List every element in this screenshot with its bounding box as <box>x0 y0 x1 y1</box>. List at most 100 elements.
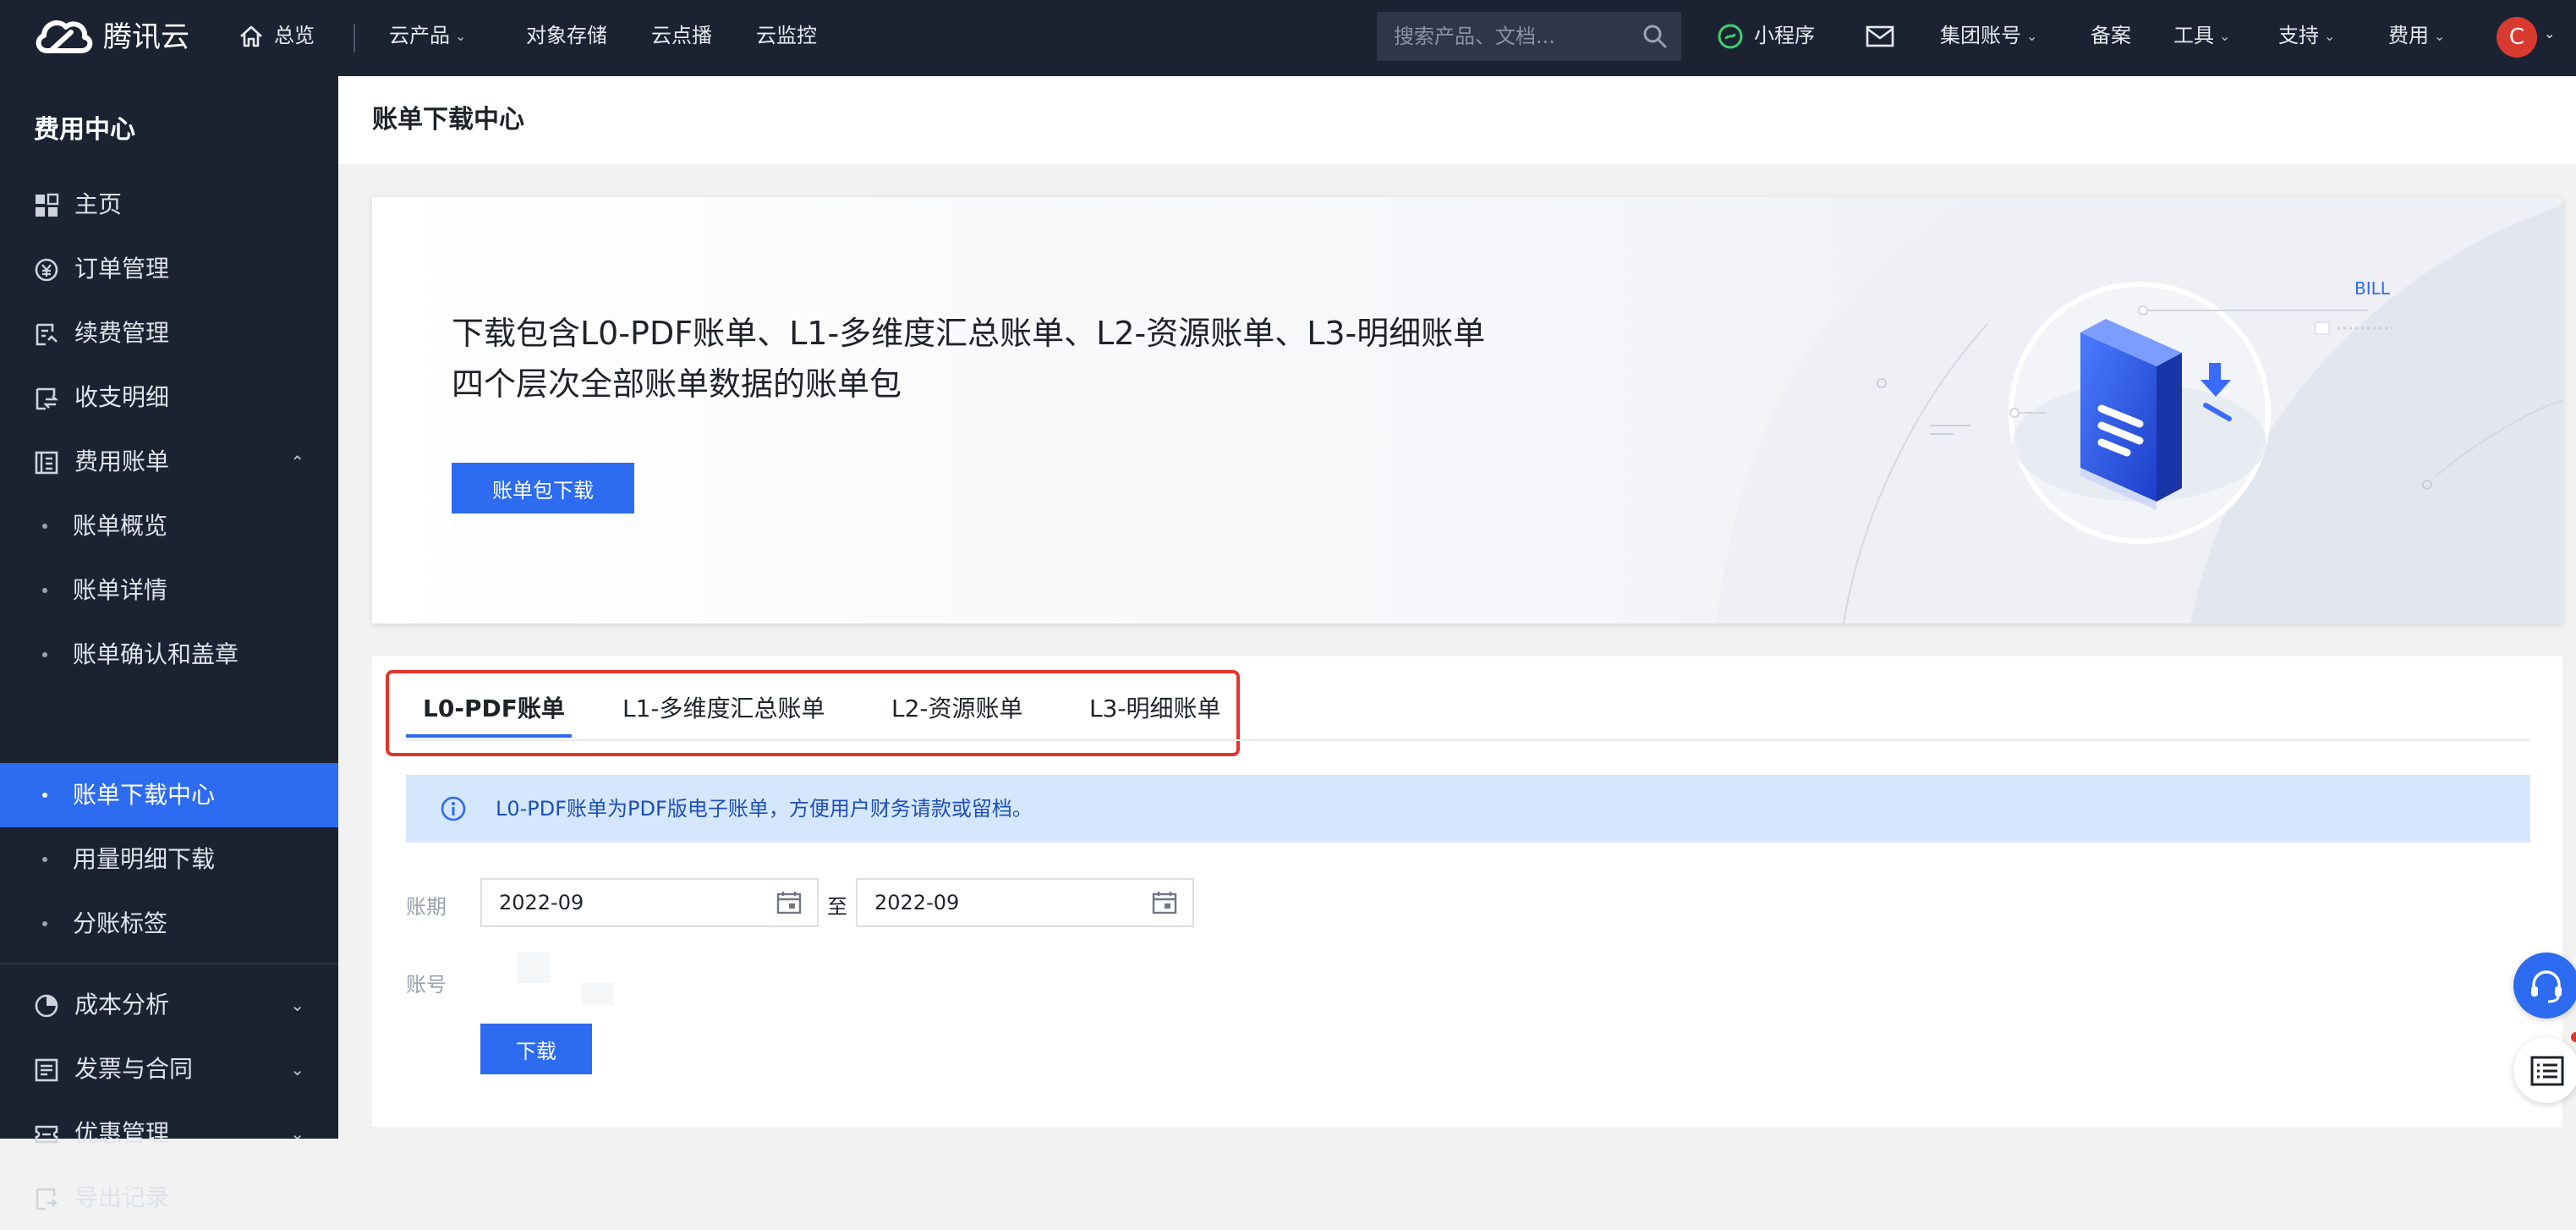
info-alert: L0-PDF账单为PDF版电子账单，方便用户财务请款或留档。 <box>406 775 2530 843</box>
bill-package-banner: 下载包含L0-PDF账单、L1-多维度汇总账单、L2-资源账单、L3-明细账单 … <box>372 197 2562 623</box>
mail-icon[interactable] <box>1866 25 1894 47</box>
sidebar-title: 费用中心 <box>34 115 135 145</box>
renewal-icon <box>36 323 58 346</box>
bullet-dot <box>42 857 47 862</box>
nav-divider <box>354 24 355 52</box>
sidebar-item-bill-details[interactable]: 账单详情 <box>0 558 338 623</box>
chevron-down-icon: ⌄ <box>290 995 304 1015</box>
nav-monitor[interactable]: 云监控 <box>756 0 817 76</box>
customer-service-button[interactable] <box>2513 953 2576 1019</box>
chevron-down-icon[interactable]: ⌄ <box>2544 25 2555 41</box>
nav-billing[interactable]: 费用 ⌄ <box>2388 0 2445 76</box>
nav-tools[interactable]: 工具 ⌄ <box>2173 0 2230 76</box>
sidebar-item-cost-tags[interactable]: 分账标签 <box>0 892 338 956</box>
account-loading-placeholder <box>582 983 614 1005</box>
sidebar-item-bill-download-center[interactable]: 账单下载中心 <box>0 763 338 827</box>
tab-l3-detail-bill[interactable]: L3-明细账单 <box>1089 682 1221 736</box>
period-end-input[interactable] <box>874 880 1128 925</box>
sidebar-item-home[interactable]: 主页 <box>0 173 338 237</box>
tabs-divider <box>406 739 2530 741</box>
bullet-dot <box>42 652 47 657</box>
notification-dot <box>2571 1032 2576 1042</box>
page-title: 账单下载中心 <box>372 105 524 135</box>
info-message: L0-PDF账单为PDF版电子账单，方便用户财务请款或留档。 <box>496 797 1033 821</box>
bullet-dot <box>42 921 47 926</box>
headset-icon <box>2531 970 2562 1003</box>
nav-group-account[interactable]: 集团账号 ⌄ <box>1940 0 2037 76</box>
calendar-icon[interactable] <box>1152 891 1177 914</box>
nav-cloud-products[interactable]: 云产品 ⌄ <box>389 0 466 76</box>
sidebar-item-export-records[interactable]: 导出记录 <box>0 1166 338 1230</box>
sidebar-item-bill-overview[interactable]: 账单概览 <box>0 494 338 558</box>
active-tab-indicator <box>406 734 572 738</box>
chevron-down-icon: ⌄ <box>2219 28 2231 44</box>
period-end-picker[interactable] <box>856 878 1194 927</box>
bullet-dot <box>42 524 47 529</box>
sidebar-item-usage-download[interactable]: 用量明细下载 <box>0 827 338 892</box>
nav-support[interactable]: 支持 ⌄ <box>2278 0 2335 76</box>
chevron-down-icon: ⌄ <box>290 1059 304 1079</box>
brand-name: 腾讯云 <box>103 20 189 54</box>
tab-l2-resource-bill[interactable]: L2-资源账单 <box>891 682 1023 736</box>
invoice-icon <box>35 1058 58 1082</box>
chevron-down-icon: ⌄ <box>2434 28 2446 44</box>
chevron-down-icon: ⌄ <box>455 28 467 44</box>
account-label: 账号 <box>406 973 447 997</box>
banner-background-art <box>372 197 2562 623</box>
chevron-down-icon: ⌄ <box>290 1123 304 1144</box>
account-loading-placeholder <box>518 953 550 983</box>
chevron-down-icon: ⌄ <box>2324 28 2336 44</box>
sidebar-item-renewal[interactable]: 续费管理 <box>0 301 338 365</box>
bill-icon <box>35 451 58 475</box>
tab-l1-summary-bill[interactable]: L1-多维度汇总账单 <box>622 682 825 736</box>
nav-vod[interactable]: 云点播 <box>651 0 712 76</box>
nav-icp[interactable]: 备案 <box>2091 0 2131 76</box>
period-start-picker[interactable] <box>480 878 819 927</box>
period-start-input[interactable] <box>499 880 753 925</box>
page-header: 账单下载中心 <box>338 76 2576 164</box>
top-navigation-bar: 腾讯云 总览 云产品⌄ 对象存储 云点播 云监控 小程序 集团账号⌄ 备案 工具… <box>0 0 2576 76</box>
sidebar-divider <box>0 963 338 964</box>
mini-program-icon <box>1718 24 1743 49</box>
currency-icon <box>35 258 58 282</box>
period-range-separator: 至 <box>827 895 847 919</box>
sidebar-item-discounts[interactable]: 优惠管理 ⌄ <box>0 1101 338 1166</box>
sidebar-item-invoices[interactable]: 发票与合同 ⌄ <box>0 1037 338 1101</box>
list-icon <box>2530 1056 2564 1086</box>
sidebar-item-cost-analysis[interactable]: 成本分析 ⌄ <box>0 973 338 1037</box>
download-bill-package-button[interactable]: 账单包下载 <box>452 463 634 513</box>
search-input[interactable] <box>1394 12 1639 61</box>
export-icon <box>36 1188 58 1211</box>
sidebar: 费用中心 主页 订单管理 续费管理 收支明细 费用账单 ⌃ 账单概览 账单详情 … <box>0 76 338 1211</box>
tab-l0-pdf-bill[interactable]: L0-PDF账单 <box>423 682 565 736</box>
bill-download-panel: L0-PDF账单 L1-多维度汇总账单 L2-资源账单 L3-明细账单 L0-P… <box>372 656 2562 1127</box>
bullet-dot <box>42 793 47 798</box>
nav-overview[interactable]: 总览 <box>238 0 315 76</box>
coupon-icon <box>35 1125 58 1144</box>
sidebar-item-orders[interactable]: 订单管理 <box>0 237 338 301</box>
sidebar-item-bill-confirm[interactable]: 账单确认和盖章 <box>0 623 338 687</box>
banner-art-label: BILL <box>2354 278 2390 299</box>
sidebar-item-bills[interactable]: 费用账单 ⌃ <box>0 430 338 494</box>
global-search[interactable] <box>1377 12 1681 61</box>
feedback-button[interactable] <box>2513 1032 2576 1103</box>
chevron-down-icon: ⌄ <box>2026 28 2038 44</box>
sidebar-item-transactions[interactable]: 收支明细 <box>0 365 338 430</box>
search-icon[interactable] <box>1642 24 1668 49</box>
nav-object-storage[interactable]: 对象存储 <box>526 0 607 76</box>
home-icon <box>240 25 262 47</box>
banner-heading-line-1: 下载包含L0-PDF账单、L1-多维度汇总账单、L2-资源账单、L3-明细账单 <box>452 315 1486 352</box>
avatar[interactable]: C <box>2497 17 2537 58</box>
info-icon <box>441 796 466 821</box>
download-button[interactable]: 下载 <box>480 1024 592 1074</box>
cloud-logo-icon <box>36 20 93 53</box>
dashboard-icon <box>36 193 59 217</box>
nav-mini-program[interactable]: 小程序 <box>1717 0 1815 76</box>
billing-period-label: 账期 <box>406 895 447 919</box>
chevron-up-icon: ⌃ <box>290 452 304 472</box>
transactions-icon <box>36 387 58 410</box>
calendar-icon[interactable] <box>776 891 802 914</box>
pie-chart-icon <box>35 994 58 1018</box>
banner-heading-line-2: 四个层次全部账单数据的账单包 <box>452 365 902 403</box>
brand-logo[interactable]: 腾讯云 <box>32 14 201 61</box>
